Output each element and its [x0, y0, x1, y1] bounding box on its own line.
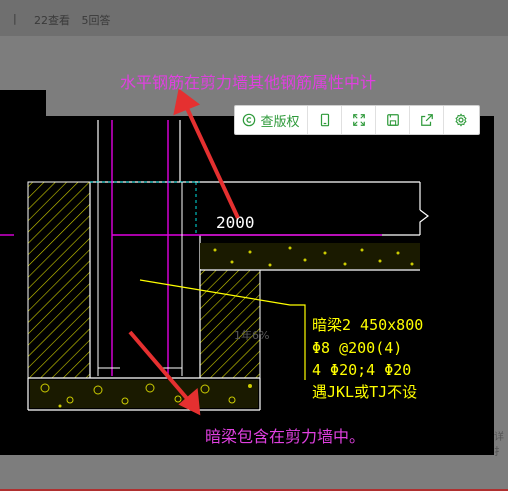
view-count: 22查看	[34, 14, 70, 27]
watermark: 1年6%	[234, 329, 270, 342]
reference-lines	[90, 181, 200, 235]
cad-drawing: 2000 暗梁2 450x800 Φ8 @200(4) 4 Φ20;4 Φ20 …	[0, 120, 429, 411]
mobile-view-button[interactable]	[308, 106, 342, 134]
page: | 22查看 5回答 2000 暗梁2 450x800 Φ8 @200(4) 4…	[0, 0, 508, 491]
share-button[interactable]	[410, 106, 444, 134]
beam-note-line-3: 4 Φ20;4 Φ20	[312, 361, 411, 379]
answer-count: 5回答	[81, 14, 111, 27]
annotation-top: 水平钢筋在剪力墙其他钢筋属性中计	[120, 73, 377, 92]
save-icon	[386, 114, 399, 126]
wall-hatch-right	[199, 269, 261, 379]
fullscreen-icon	[352, 114, 365, 126]
annotation-bottom: 暗梁包含在剪力墙中。	[205, 427, 366, 446]
settings-icon	[454, 113, 467, 127]
settings-button[interactable]	[444, 106, 477, 134]
save-button[interactable]	[376, 106, 410, 134]
page-bottom-area	[0, 456, 508, 491]
question-stats-bar: | 22查看 5回答	[0, 0, 508, 36]
dimension-label: 2000	[216, 213, 255, 232]
vertical-bars	[97, 182, 183, 376]
image-toolbar: 查版权	[234, 105, 480, 135]
mobile-icon	[320, 113, 329, 127]
clipped-side-text: 详扌	[494, 432, 504, 458]
beam-note-line-4: 遇JKL或TJ不设	[312, 383, 417, 401]
copyright-button[interactable]: 查版权	[235, 106, 308, 134]
beam-note: 暗梁2 450x800 Φ8 @200(4) 4 Φ20;4 Φ20 遇JKL或…	[312, 316, 423, 401]
copyright-label: 查版权	[260, 114, 300, 130]
wall-hatch-left	[27, 181, 91, 379]
share-icon	[420, 114, 433, 126]
beam-note-line-1: 暗梁2 450x800	[312, 316, 423, 334]
separator: |	[13, 12, 17, 25]
fullscreen-button[interactable]	[342, 106, 376, 134]
beam-note-line-2: Φ8 @200(4)	[312, 339, 402, 357]
stats: 22查看 5回答	[34, 12, 119, 28]
copyright-icon	[243, 113, 256, 127]
